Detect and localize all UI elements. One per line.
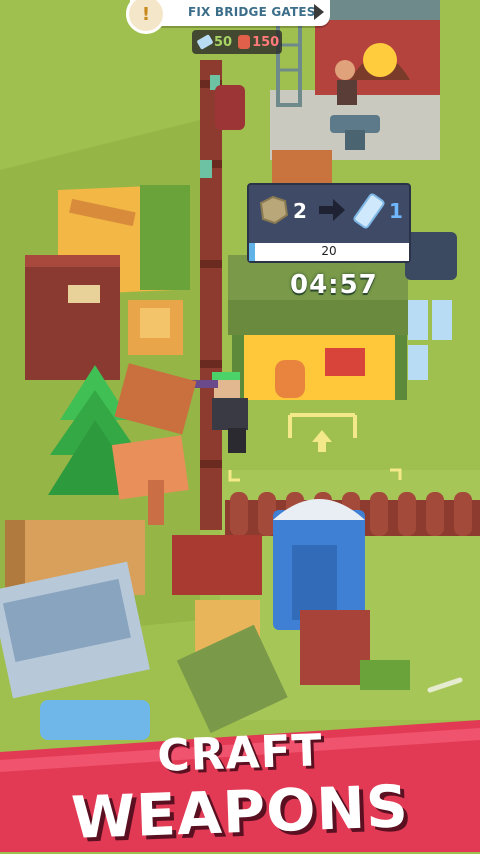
ore-chunk-icon — [259, 195, 289, 225]
crate-red — [172, 535, 262, 595]
crystal-count: 50 — [214, 34, 233, 50]
quest-arrow-icon — [314, 4, 324, 20]
wood-log-icon — [238, 35, 251, 49]
crate-dark — [300, 610, 370, 685]
quest-label: FIX BRIDGE GATES — [188, 5, 316, 19]
arrow-right-icon — [319, 199, 345, 221]
alert-icon-glyph: ! — [141, 3, 151, 25]
barrel — [275, 360, 305, 398]
wood-count: 150 — [252, 34, 280, 50]
output-amount: 1 — [389, 199, 403, 223]
blacksmith-npc[interactable] — [335, 60, 357, 105]
crystal-icon — [196, 34, 214, 50]
crafting-bench — [325, 348, 365, 376]
crafting-recipe-panel: 2 1 20 — [247, 183, 411, 263]
hedge — [140, 185, 190, 290]
crafting-timer: 04:57 — [290, 270, 378, 300]
craft-progress-count: 20 — [321, 244, 337, 258]
crystal-bar-icon — [353, 193, 385, 229]
resource-counter: 50 150 — [192, 30, 282, 54]
quest-banner[interactable]: ! FIX BRIDGE GATES — [126, 0, 330, 34]
input-amount: 2 — [293, 199, 307, 223]
wooden-crate[interactable] — [25, 255, 120, 380]
conveyor — [405, 232, 457, 280]
craft-progress-bar: 20 — [249, 243, 409, 261]
quest-target: BRIDGE GATES — [214, 5, 316, 19]
quest-prefix: FIX — [188, 5, 211, 19]
